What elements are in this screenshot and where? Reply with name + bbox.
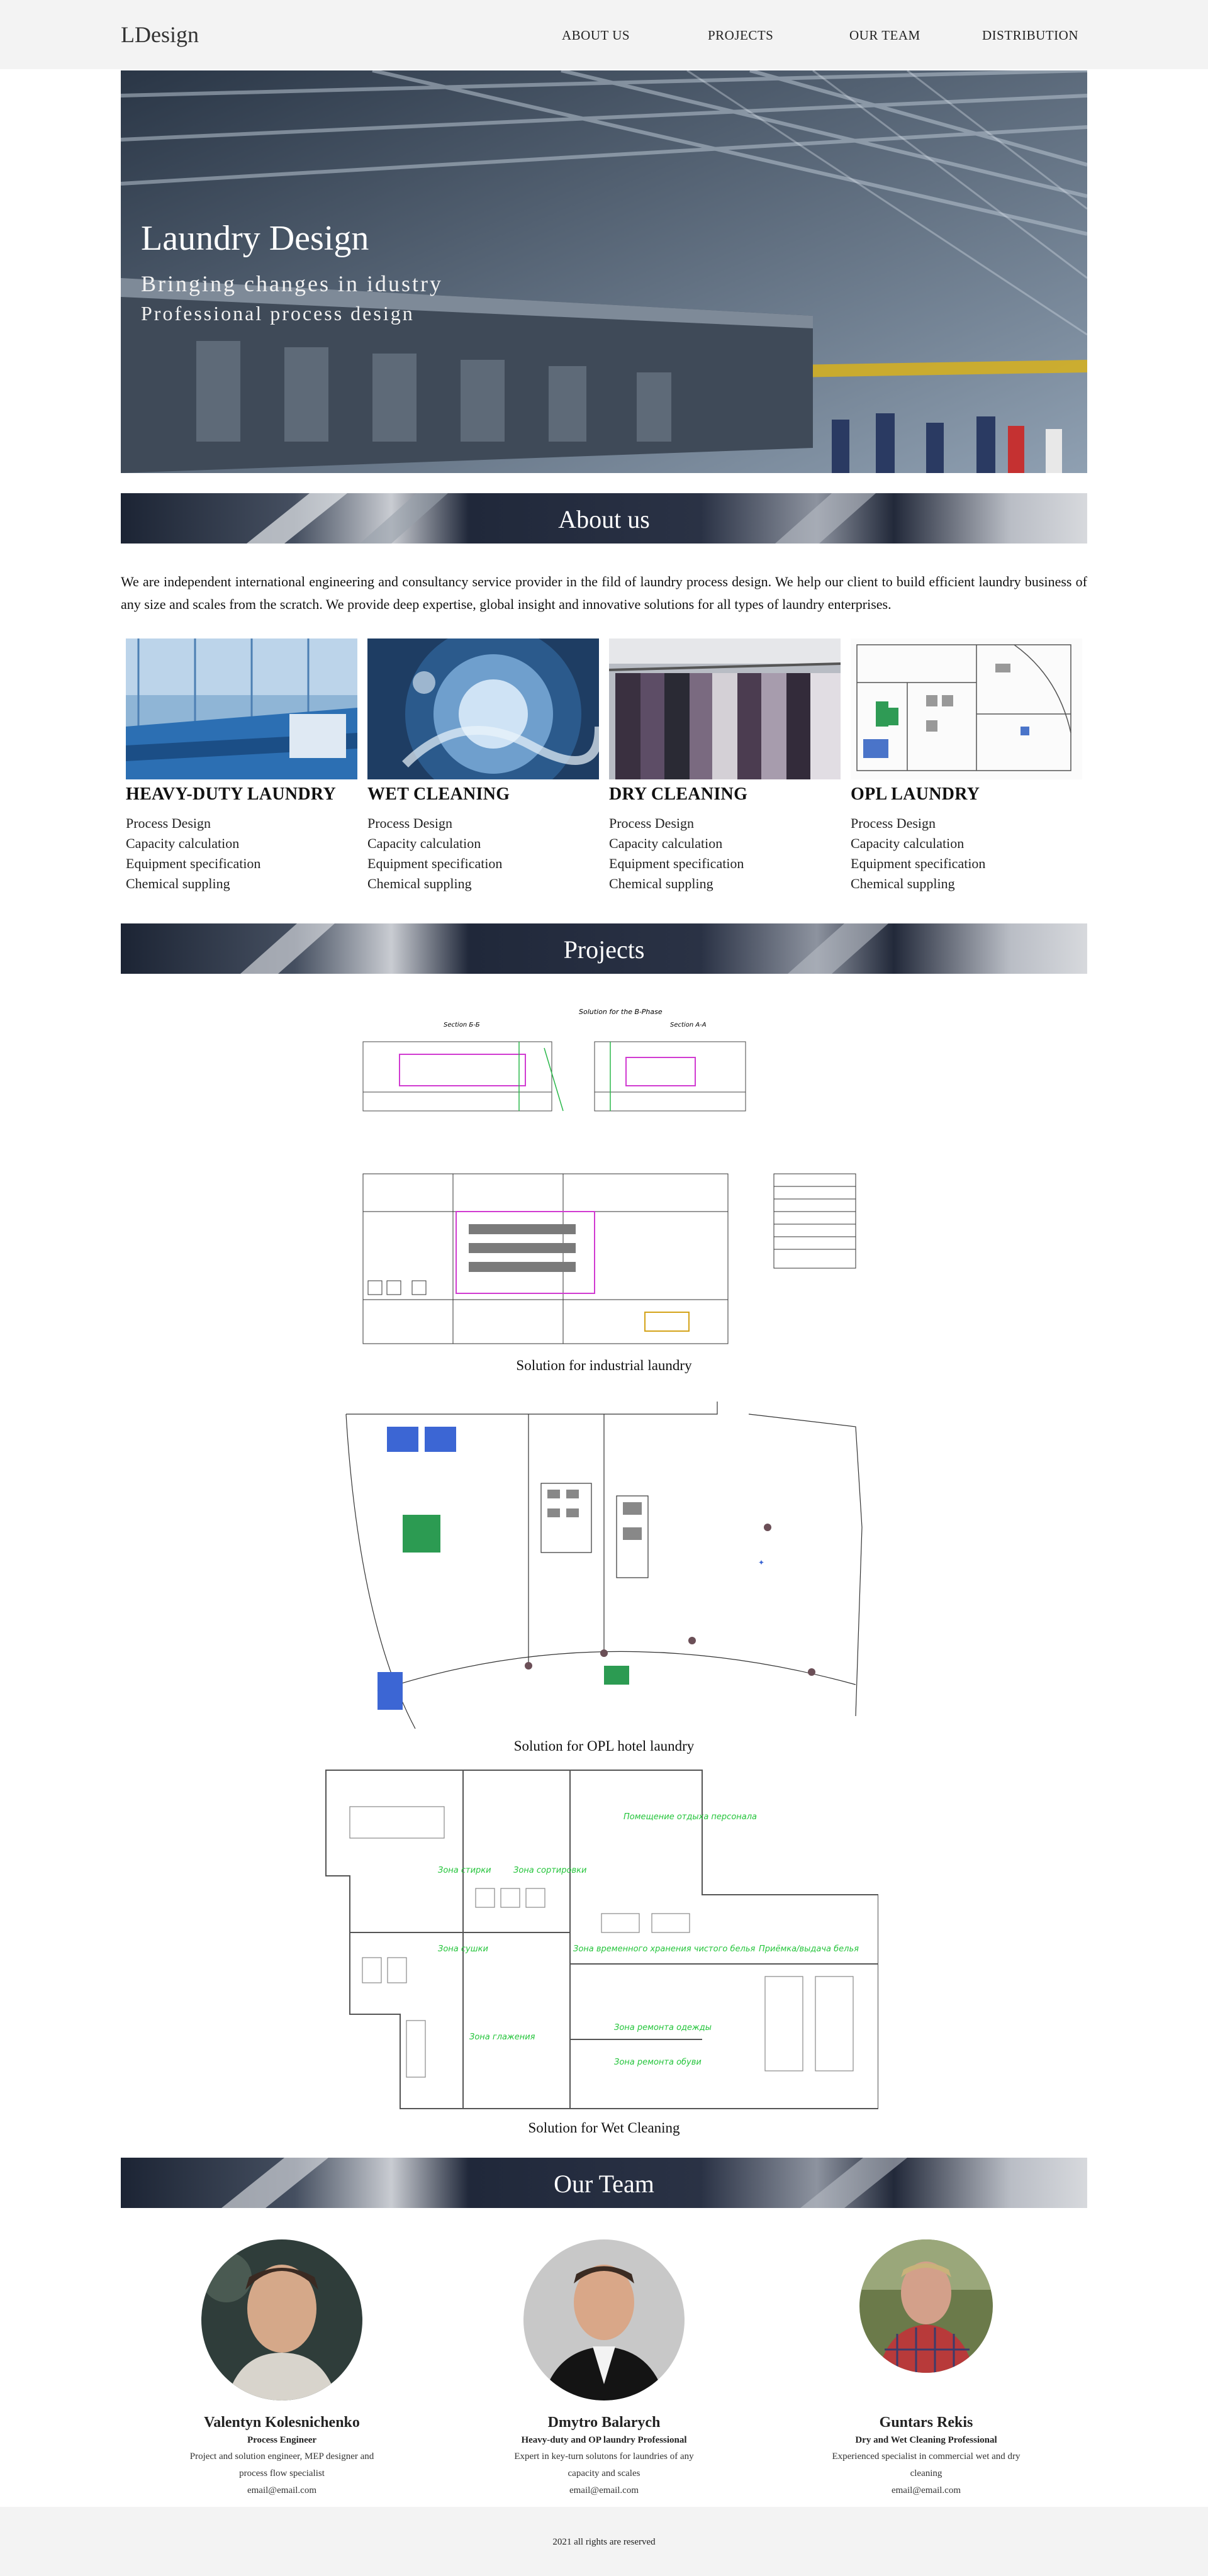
member-name: Dmytro Balarych [547,2414,661,2431]
service-title: OPL LAUNDRY [851,784,980,804]
brand-logo[interactable]: LDesign [121,21,199,48]
avatar [201,2239,362,2400]
feature-item: Process Design [126,815,211,831]
hero-title: Laundry Design [141,219,369,258]
member-bio: Experienced specialist in commercial wet… [832,2451,1021,2478]
top-navigation: LDesign ABOUT US PROJECTS OUR TEAM DISTR… [0,0,1208,69]
feature-item: Equipment specification [609,856,744,871]
feature-item: Chemical suppling [851,876,955,891]
opl-hotel-laundry-drawing[interactable]: ✦ [340,1402,868,1732]
feature-item: Capacity calculation [851,835,965,851]
member-bio: Expert in key-turn solutons for laundrie… [514,2451,694,2478]
zone-label: Помещение отдыха персонала [624,1812,757,1822]
feature-item: Capacity calculation [609,835,723,851]
feature-item: Equipment specification [367,856,503,871]
project-caption: Solution for OPL hotel laundry [513,1738,695,1754]
feature-item: Chemical suppling [126,876,230,891]
zone-label: Приёмка/выдача белья [759,1944,859,1954]
nav-our-team[interactable]: OUR TEAM [849,28,920,43]
member-role: Heavy-duty and OP laundry Professional [521,2435,687,2445]
project-caption: Solution for industrial laundry [516,1358,692,1373]
member-role: Process Engineer [247,2435,317,2445]
avatar [523,2239,685,2400]
feature-item: Chemical suppling [609,876,713,891]
zone-label: Зона сушки [438,1944,488,1954]
feature-item: Equipment specification [851,856,986,871]
section-right-label: Section A-A [670,1022,707,1029]
member-role: Dry and Wet Cleaning Professional [855,2435,997,2445]
member-bio: Project and solution engineer, MEP desig… [189,2451,374,2478]
team-member-card: Guntars Rekis Dry and Wet Cleaning Profe… [788,2239,1065,2499]
member-name: Valentyn Kolesnichenko [204,2414,360,2431]
feature-item: Capacity calculation [367,835,481,851]
feature-item: Process Design [367,815,453,831]
project-caption: Solution for Wet Cleaning [528,2120,680,2136]
service-features: Process Design Capacity calculation Equi… [126,813,357,894]
zone-label: Зона ремонта одежды [614,2023,712,2032]
service-title: WET CLEANING [367,784,510,804]
service-features: Process Design Capacity calculation Equi… [367,813,599,894]
member-email[interactable]: email@email.com [788,2482,1065,2499]
dry-cleaning-image [609,638,841,779]
wet-cleaning-image [367,638,599,779]
copyright-text: 2021 all rights are reserved [552,2537,656,2547]
feature-item: Equipment specification [126,856,261,871]
wet-cleaning-drawing[interactable]: Помещение отдыха персонала Зона стирки З… [325,1769,879,2115]
hero-tagline: Professional process design [141,302,415,325]
service-title: HEAVY-DUTY LAUNDRY [126,784,336,804]
nav-about-us[interactable]: ABOUT US [562,28,630,43]
member-name: Guntars Rekis [879,2414,973,2431]
nav-distribution[interactable]: DISTRIBUTION [982,28,1078,43]
member-email[interactable]: email@email.com [466,2482,742,2499]
about-us-heading: About us [558,505,650,533]
opl-laundry-plan-image [851,638,1082,779]
avatar [859,2239,993,2373]
feature-item: Process Design [609,815,695,831]
nav-projects[interactable]: PROJECTS [708,28,773,43]
feature-item: Chemical suppling [367,876,472,891]
service-card-dry-cleaning[interactable]: DRY CLEANING Process Design Capacity cal… [609,638,841,894]
zone-label: Зона сортировки [513,1866,586,1875]
zone-label: Зона глажения [469,2032,535,2042]
hero-subtitle: Bringing changes in idustry [141,271,443,296]
hero-banner: Laundry Design Bringing changes in idust… [121,70,1087,473]
feature-item: Capacity calculation [126,835,240,851]
service-card-wet-cleaning[interactable]: WET CLEANING Process Design Capacity cal… [367,638,599,894]
service-card-heavy-duty[interactable]: HEAVY-DUTY LAUNDRY Process Design Capaci… [126,638,357,894]
about-us-text: We are independent international enginee… [121,574,1087,612]
service-card-opl-laundry[interactable]: OPL LAUNDRY Process Design Capacity calc… [851,638,1082,894]
feature-item: Process Design [851,815,936,831]
our-team-heading: Our Team [554,2170,654,2198]
heavy-duty-laundry-image [126,638,357,779]
drawing-label: Solution for the B-Phase [579,1008,663,1016]
service-features: Process Design Capacity calculation Equi… [609,813,841,894]
team-member-card: Dmytro Balarych Heavy-duty and OP laundr… [466,2239,742,2499]
service-title: DRY CLEANING [609,784,748,804]
service-features: Process Design Capacity calculation Equi… [851,813,1082,894]
zone-label: Зона временного хранения чистого белья [573,1944,755,1954]
section-left-label: Section Б-Б [444,1022,480,1029]
footer: 2021 all rights are reserved [0,2507,1208,2576]
zone-label: Зона стирки [438,1866,491,1875]
our-team-banner: Our Team [121,2158,1087,2208]
projects-banner: Projects [121,923,1087,974]
zone-label: Зона ремонта обуви [614,2058,702,2067]
industrial-laundry-drawing[interactable]: Solution for the B-Phase Section Б-Б Sec… [362,1004,859,1356]
projects-heading: Projects [563,935,645,964]
team-member-card: Valentyn Kolesnichenko Process Engineer … [143,2239,420,2499]
member-email[interactable]: email@email.com [143,2482,420,2499]
about-us-banner: About us [121,493,1087,544]
plan-stamp-icon: ✦ [758,1558,764,1567]
